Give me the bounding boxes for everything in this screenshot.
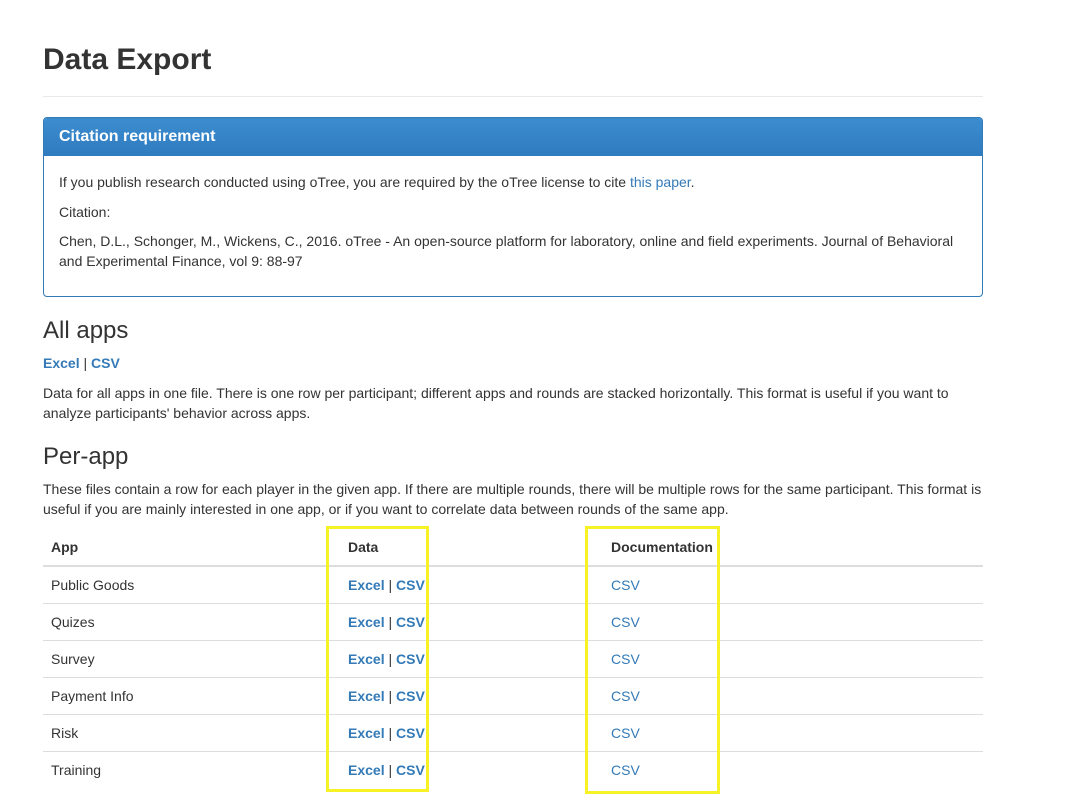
title-divider	[43, 96, 983, 97]
all-apps-heading: All apps	[43, 317, 129, 344]
data-links: Excel | CSV	[340, 565, 603, 604]
app-name: Payment Info	[43, 677, 340, 715]
data-links: Excel | CSV	[340, 677, 603, 715]
citation-panel: Citation requirement If you publish rese…	[43, 117, 983, 297]
csv-link[interactable]: CSV	[396, 651, 425, 667]
documentation-cell: CSV	[603, 603, 983, 641]
csv-link[interactable]: CSV	[396, 577, 425, 593]
citation-label: Citation:	[59, 204, 111, 220]
link-separator: |	[388, 577, 393, 593]
csv-link[interactable]: CSV	[396, 688, 425, 704]
link-separator: |	[388, 725, 393, 741]
data-links: Excel | CSV	[340, 751, 603, 788]
documentation-csv-link[interactable]: CSV	[611, 614, 640, 630]
documentation-cell: CSV	[603, 640, 983, 678]
documentation-cell: CSV	[603, 714, 983, 752]
table-row: Survey Excel | CSV CSV	[43, 640, 983, 678]
excel-link[interactable]: Excel	[348, 688, 385, 704]
all-apps-csv-link[interactable]: CSV	[91, 355, 120, 371]
data-links: Excel | CSV	[340, 603, 603, 641]
excel-link[interactable]: Excel	[348, 762, 385, 778]
app-name: Training	[43, 751, 340, 788]
documentation-cell: CSV	[603, 677, 983, 715]
column-header-data: Data	[340, 529, 603, 567]
citation-license-text: If you publish research conducted using …	[59, 172, 695, 192]
documentation-cell: CSV	[603, 565, 983, 604]
table-row: Risk Excel | CSV CSV	[43, 714, 983, 752]
data-links: Excel | CSV	[340, 714, 603, 752]
citation-license-prefix: If you publish research conducted using …	[59, 174, 630, 190]
column-header-app: App	[43, 529, 340, 567]
documentation-csv-link[interactable]: CSV	[611, 688, 640, 704]
table-row: Payment Info Excel | CSV CSV	[43, 677, 983, 715]
table-row: Training Excel | CSV CSV	[43, 751, 983, 788]
column-header-documentation: Documentation	[603, 529, 983, 567]
link-separator: |	[388, 688, 393, 704]
app-name: Survey	[43, 640, 340, 678]
table-row: Quizes Excel | CSV CSV	[43, 603, 983, 641]
documentation-csv-link[interactable]: CSV	[611, 651, 640, 667]
per-app-description: These files contain a row for each playe…	[43, 481, 982, 517]
per-app-heading: Per-app	[43, 443, 129, 470]
citation-panel-heading: Citation requirement	[44, 118, 982, 156]
all-apps-excel-link[interactable]: Excel	[43, 355, 80, 371]
app-name: Risk	[43, 714, 340, 752]
csv-link[interactable]: CSV	[396, 725, 425, 741]
app-name: Quizes	[43, 603, 340, 641]
page-title: Data Export	[43, 43, 212, 76]
link-separator: |	[388, 762, 393, 778]
citation-reference: Chen, D.L., Schonger, M., Wickens, C., 2…	[59, 233, 954, 269]
link-separator: |	[388, 614, 393, 630]
this-paper-link[interactable]: this paper	[630, 174, 691, 190]
documentation-csv-link[interactable]: CSV	[611, 577, 640, 593]
table-header-row: App Data Documentation	[43, 529, 983, 567]
excel-link[interactable]: Excel	[348, 651, 385, 667]
link-separator: |	[83, 355, 88, 371]
excel-link[interactable]: Excel	[348, 614, 385, 630]
all-apps-links: Excel | CSV	[43, 353, 120, 373]
table-row: Public Goods Excel | CSV CSV	[43, 565, 983, 604]
link-separator: |	[388, 651, 393, 667]
csv-link[interactable]: CSV	[396, 762, 425, 778]
documentation-cell: CSV	[603, 751, 983, 788]
all-apps-description: Data for all apps in one file. There is …	[43, 385, 949, 421]
excel-link[interactable]: Excel	[348, 577, 385, 593]
app-name: Public Goods	[43, 565, 340, 604]
excel-link[interactable]: Excel	[348, 725, 385, 741]
citation-license-suffix: .	[690, 174, 695, 190]
data-links: Excel | CSV	[340, 640, 603, 678]
documentation-csv-link[interactable]: CSV	[611, 762, 640, 778]
documentation-csv-link[interactable]: CSV	[611, 725, 640, 741]
per-app-table: App Data Documentation Public Goods Exce…	[43, 529, 983, 788]
csv-link[interactable]: CSV	[396, 614, 425, 630]
